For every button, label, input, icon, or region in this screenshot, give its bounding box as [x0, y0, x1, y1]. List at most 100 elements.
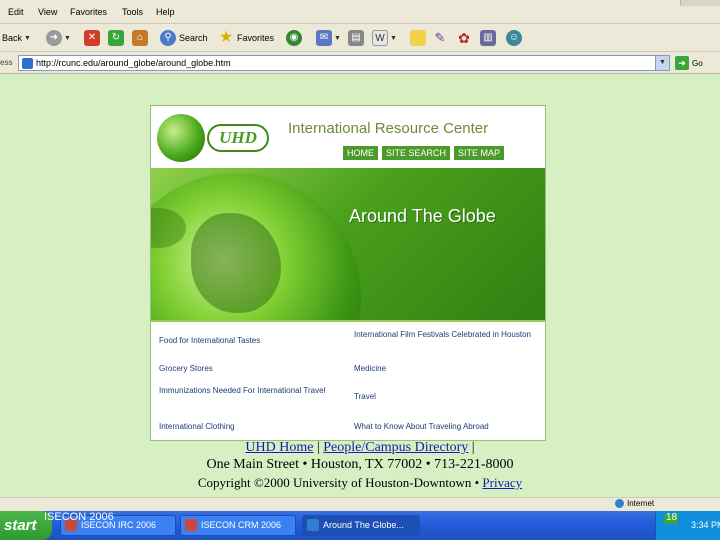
- internet-globe-icon: [615, 499, 624, 508]
- powerpoint-icon: [185, 519, 197, 531]
- site-title: International Resource Center: [288, 120, 489, 137]
- web-page: UHD International Resource Center HOME S…: [150, 105, 546, 441]
- conference-label: ISECON 2006: [44, 511, 114, 523]
- link-clothing[interactable]: International Clothing: [159, 422, 339, 432]
- address-label: ess: [0, 58, 13, 67]
- globe-logo-icon: [157, 114, 205, 162]
- mail-icon: ✉: [316, 30, 332, 46]
- link-food[interactable]: Food for International Tastes: [159, 336, 339, 346]
- edit-button[interactable]: W ▼: [372, 29, 397, 47]
- search-button[interactable]: ⚲ Search: [160, 29, 208, 47]
- back-button[interactable]: Back ▼: [2, 29, 31, 47]
- go-arrow-icon: ➜: [675, 56, 689, 70]
- footer-address: One Main Street • Houston, TX 77002 • 71…: [206, 457, 514, 472]
- go-button[interactable]: ➜ Go: [675, 55, 703, 71]
- task-around-globe[interactable]: Around The Globe...: [302, 515, 420, 536]
- menu-help[interactable]: Help: [156, 7, 175, 17]
- address-bar: ess http://rcunc.edu/around_globe/around…: [0, 52, 720, 74]
- nav-site-map[interactable]: SITE MAP: [454, 146, 505, 160]
- research-button[interactable]: ✎: [432, 29, 448, 47]
- ie-icon: [307, 519, 319, 531]
- task-label: Around The Globe...: [323, 520, 404, 530]
- note-icon: [410, 30, 426, 46]
- menu-edit[interactable]: Edit: [8, 7, 24, 17]
- media-icon: ◉: [286, 30, 302, 46]
- link-medicine[interactable]: Medicine: [354, 364, 539, 374]
- task-label: ISECON CRM 2006: [201, 520, 282, 530]
- edit-icon: W: [372, 30, 388, 46]
- link-traveling-abroad[interactable]: What to Know About Traveling Abroad: [354, 422, 539, 432]
- footer-separator: |: [471, 440, 475, 455]
- clock[interactable]: 3:34 PM: [691, 520, 720, 530]
- favorites-label: Favorites: [237, 33, 275, 43]
- menu-view[interactable]: View: [38, 7, 57, 17]
- footer-link-directory[interactable]: People/Campus Directory: [323, 440, 468, 455]
- forward-dropdown-icon[interactable]: ▼: [64, 35, 71, 42]
- books-icon: ▥: [480, 30, 496, 46]
- favorites-button[interactable]: ★ Favorites: [218, 29, 274, 47]
- hero-banner: Around The Globe: [151, 168, 545, 320]
- copyright-text: Copyright ©2000 University of Houston-Do…: [197, 475, 483, 490]
- security-zone: Internet: [615, 499, 654, 508]
- link-grocery[interactable]: Grocery Stores: [159, 364, 339, 374]
- stop-icon: ✕: [84, 30, 100, 46]
- footer-link-uhd-home[interactable]: UHD Home: [245, 440, 313, 455]
- print-icon: ▤: [348, 30, 364, 46]
- butterfly-icon: ✿: [458, 30, 470, 46]
- refresh-button[interactable]: ↻: [108, 29, 124, 47]
- footer-links: UHD Home | People/Campus Directory |: [150, 440, 570, 456]
- edit-dropdown-icon[interactable]: ▼: [390, 35, 397, 42]
- menu-bar: Edit View Favorites Tools Help: [0, 0, 720, 24]
- menu-favorites[interactable]: Favorites: [70, 7, 107, 17]
- forward-icon: ➜: [46, 30, 62, 46]
- forward-button[interactable]: ➜ ▼: [46, 29, 71, 47]
- resource-links: Food for International Tastes Grocery St…: [151, 320, 545, 440]
- nav-site-search[interactable]: SITE SEARCH: [382, 146, 451, 160]
- media-button[interactable]: ◉: [286, 29, 302, 47]
- system-tray: 3:34 PM: [655, 511, 720, 540]
- slide-number: 18: [666, 512, 678, 523]
- back-dropdown-icon[interactable]: ▼: [24, 35, 31, 42]
- nav-home[interactable]: HOME: [343, 146, 378, 160]
- status-bar: Internet: [0, 497, 720, 511]
- search-icon: ⚲: [160, 30, 176, 46]
- uhd-logo[interactable]: UHD: [207, 124, 269, 152]
- contacts-button[interactable]: ☺: [506, 29, 522, 47]
- messenger-button[interactable]: ✿: [456, 29, 472, 47]
- globe-image: [151, 173, 361, 320]
- browser-toolbar: Back ▼ ➜ ▼ ✕ ↻ ⌂ ⚲ Search ★ Favorites ◉ ✉ ▼…: [0, 24, 720, 52]
- discuss-button[interactable]: [410, 29, 426, 47]
- link-immunizations[interactable]: Immunizations Needed For International T…: [159, 386, 339, 396]
- task-isecon-crm[interactable]: ISECON CRM 2006: [180, 515, 296, 536]
- window-control[interactable]: [680, 0, 720, 6]
- continent-shape: [191, 213, 281, 313]
- research-icon: ✎: [434, 30, 446, 45]
- page-icon: [22, 58, 33, 69]
- refresh-icon: ↻: [108, 30, 124, 46]
- stop-button[interactable]: ✕: [84, 29, 100, 47]
- menu-tools[interactable]: Tools: [122, 7, 143, 17]
- address-dropdown-icon[interactable]: ▼: [655, 56, 669, 70]
- footer-copyright: Copyright ©2000 University of Houston-Do…: [150, 475, 570, 491]
- home-button[interactable]: ⌂: [132, 29, 148, 47]
- address-input[interactable]: http://rcunc.edu/around_globe/around_glo…: [18, 55, 670, 71]
- print-button[interactable]: ▤: [348, 29, 364, 47]
- home-icon: ⌂: [132, 30, 148, 46]
- star-icon: ★: [218, 29, 234, 46]
- footer-separator: |: [316, 440, 320, 455]
- go-label: Go: [692, 58, 703, 68]
- mail-dropdown-icon[interactable]: ▼: [334, 35, 341, 42]
- back-label: Back: [2, 33, 23, 43]
- site-header: UHD International Resource Center HOME S…: [151, 106, 545, 168]
- link-film-festivals[interactable]: International Film Festivals Celebrated …: [354, 330, 539, 340]
- continent-shape: [151, 208, 186, 248]
- site-nav: HOME SITE SEARCH SITE MAP: [343, 146, 505, 160]
- zone-label: Internet: [627, 499, 655, 508]
- address-url: http://rcunc.edu/around_globe/around_glo…: [36, 58, 231, 68]
- mail-button[interactable]: ✉ ▼: [316, 29, 341, 47]
- library-button[interactable]: ▥: [480, 29, 496, 47]
- hero-title: Around The Globe: [349, 206, 496, 226]
- privacy-link[interactable]: Privacy: [482, 475, 522, 490]
- link-travel[interactable]: Travel: [354, 392, 539, 402]
- search-label: Search: [179, 33, 208, 43]
